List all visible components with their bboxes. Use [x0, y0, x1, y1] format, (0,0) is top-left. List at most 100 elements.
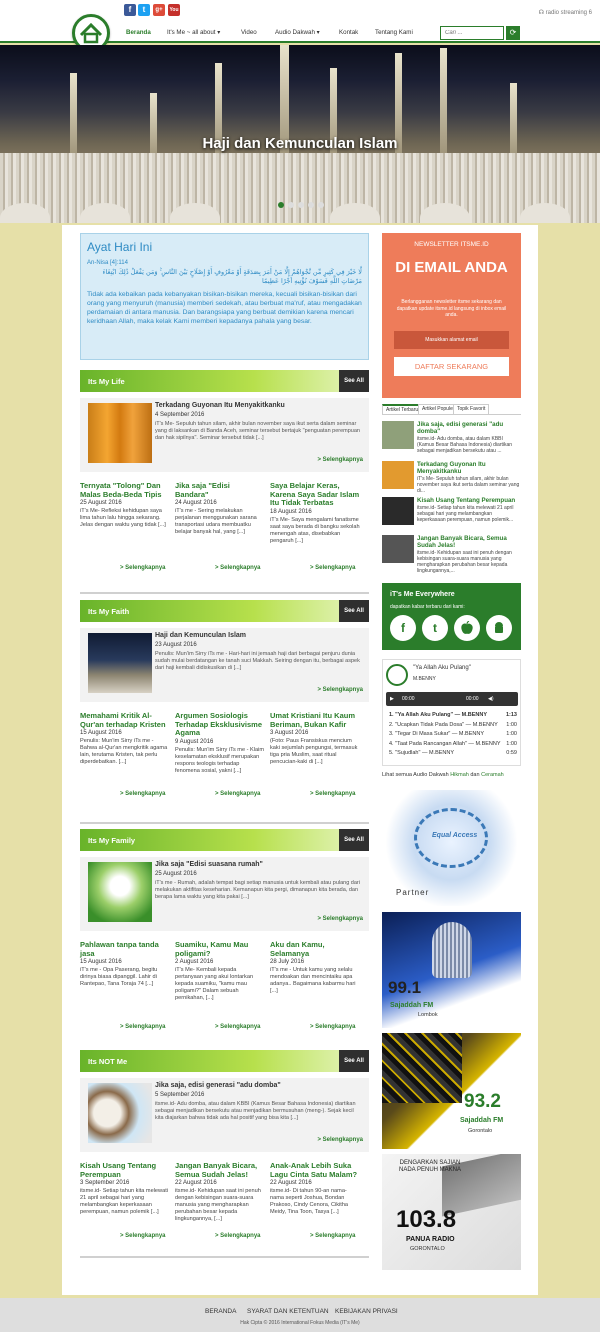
post-title[interactable]: Argumen Sosiologis Terhadap Eksklusivism… — [175, 711, 265, 738]
read-more-link[interactable]: > Selengkapnya — [310, 1024, 356, 1030]
apple-icon[interactable] — [454, 615, 480, 641]
nav-video[interactable]: Video — [241, 29, 257, 36]
playlist-track[interactable]: 5. "Sujudlah" — M.BENNY 0:59 — [389, 750, 517, 756]
section-title[interactable]: Its My Faith — [88, 607, 129, 616]
read-more-link[interactable]: > Selengkapnya — [215, 791, 261, 797]
tab-artikel-terbaru[interactable]: Artikel Terbaru — [382, 404, 423, 414]
read-more-link[interactable]: > Selengkapnya — [317, 1137, 363, 1143]
footer-link-privasi[interactable]: KEBIJAKAN PRIVASI — [335, 1308, 398, 1315]
search-input[interactable] — [440, 26, 504, 40]
twitter-icon[interactable]: t — [138, 4, 150, 16]
post-title[interactable]: Saya Belajar Keras, Karena Saya Sadar Is… — [270, 481, 360, 508]
read-more-link[interactable]: > Selengkapnya — [215, 565, 261, 571]
section-header[interactable]: Its My Family See All — [80, 829, 369, 851]
google-plus-icon[interactable]: g+ — [153, 4, 165, 16]
subscribe-button[interactable]: DAFTAR SEKARANG — [394, 357, 509, 376]
sidebar-post[interactable]: Kisah Usang Tentang Perempuan itsme.id- S… — [382, 497, 521, 531]
playlist-track[interactable]: 1. "Ya Allah Aku Pulang" — M.BENNY 1:13 — [389, 712, 517, 718]
playlist-track[interactable]: 4. "Taat Pada Rancangan Allah" — M.BENNY… — [389, 741, 517, 747]
radio-streaming-link[interactable]: ☊ radio streaming 6 — [539, 9, 592, 16]
player-controls[interactable]: ▶ 00:00 00:00 ◀) — [386, 692, 518, 706]
post-title[interactable]: Aku dan Kamu, Selamanya — [270, 940, 360, 958]
read-more-link[interactable]: > Selengkapnya — [310, 791, 356, 797]
read-more-link[interactable]: > Selengkapnya — [120, 1233, 166, 1239]
featured-thumbnail[interactable] — [88, 862, 152, 922]
featured-title[interactable]: Jika saja, edisi generasi "adu domba" — [155, 1082, 360, 1089]
featured-thumbnail[interactable] — [88, 1083, 152, 1143]
section-header[interactable]: Its My Faith See All — [80, 600, 369, 622]
read-more-link[interactable]: > Selengkapnya — [317, 916, 363, 922]
slider-dot[interactable] — [318, 202, 324, 208]
link-hikmah[interactable]: Hikmah — [450, 772, 469, 778]
read-more-link[interactable]: > Selengkapnya — [310, 1233, 356, 1239]
section-header[interactable]: Its NOT Me See All — [80, 1050, 369, 1072]
volume-icon[interactable]: ◀) — [488, 696, 494, 702]
twitter-icon[interactable]: t — [422, 615, 448, 641]
partner-banner[interactable]: Equal Access Partner — [382, 790, 521, 906]
read-more-link[interactable]: > Selengkapnya — [215, 1024, 261, 1030]
facebook-icon[interactable]: f — [124, 4, 136, 16]
sajaddah-lombok-banner[interactable]: 99.1 Sajaddah FM Lombok — [382, 912, 521, 1028]
slider-dot[interactable] — [298, 202, 304, 208]
playlist-track[interactable]: 2. "Ucapkan Tidak Pada Dosa" — M.BENNY 1:… — [389, 722, 517, 728]
footer-link-syarat[interactable]: SYARAT DAN KETENTUAN — [247, 1308, 329, 1315]
sidebar-post-title[interactable]: Jika saja, edisi generasi "adu domba" — [417, 421, 521, 435]
footer-link-beranda[interactable]: BERANDA — [205, 1308, 236, 1315]
featured-title[interactable]: Terkadang Guyonan Itu Menyakitkanku — [155, 402, 360, 409]
post-title[interactable]: Suamiku, Kamu Mau poligami? — [175, 940, 265, 958]
sidebar-post-title[interactable]: Kisah Usang Tentang Perempuan — [417, 497, 521, 504]
post-title[interactable]: Kisah Usang Tentang Perempuan — [80, 1161, 170, 1179]
post-title[interactable]: Jangan Banyak Bicara, Semua Sudah Jelas! — [175, 1161, 265, 1179]
post-title[interactable]: Memahami Kritik Al-Qur'an terhadap Krist… — [80, 711, 170, 729]
sidebar-post-thumbnail[interactable] — [382, 497, 414, 525]
sajaddah-gorontalo-banner[interactable]: 93.2 Sajaddah FM Gorontalo — [382, 1033, 521, 1149]
post-title[interactable]: Ternyata "Tolong" Dan Malas Beda-Beda Ti… — [80, 481, 170, 499]
nav-kontak[interactable]: Kontak — [339, 29, 358, 36]
sidebar-post[interactable]: Terkadang Guyonan Itu Menyakitkanku iT's … — [382, 461, 521, 495]
sidebar-post-thumbnail[interactable] — [382, 461, 414, 489]
featured-title[interactable]: Jika saja "Edisi suasana rumah" — [155, 861, 360, 868]
featured-thumbnail[interactable] — [88, 633, 152, 693]
section-title[interactable]: Its NOT Me — [88, 1057, 127, 1066]
sidebar-post[interactable]: Jangan Banyak Bicara, Semua Sudah Jelas!… — [382, 535, 521, 574]
read-more-link[interactable]: > Selengkapnya — [120, 1024, 166, 1030]
section-title[interactable]: Its My Life — [88, 377, 125, 386]
see-all-button[interactable]: See All — [339, 829, 369, 851]
youtube-icon[interactable]: You — [168, 4, 180, 16]
slider-dot[interactable] — [308, 202, 314, 208]
read-more-link[interactable]: > Selengkapnya — [215, 1233, 261, 1239]
read-more-link[interactable]: > Selengkapnya — [317, 457, 363, 463]
section-title[interactable]: Its My Family — [88, 836, 135, 845]
see-all-button[interactable]: See All — [339, 370, 369, 392]
slider-dot[interactable] — [278, 202, 284, 208]
facebook-icon[interactable]: f — [390, 615, 416, 641]
post-title[interactable]: Pahlawan tanpa tanda jasa — [80, 940, 170, 958]
featured-title[interactable]: Haji dan Kemunculan Islam — [155, 632, 360, 639]
see-all-button[interactable]: See All — [339, 1050, 369, 1072]
sidebar-post-title[interactable]: Jangan Banyak Bicara, Semua Sudah Jelas! — [417, 535, 521, 549]
see-all-button[interactable]: See All — [339, 600, 369, 622]
nav-tentang-kami[interactable]: Tentang Kami — [375, 29, 413, 36]
read-more-link[interactable]: > Selengkapnya — [120, 791, 166, 797]
sidebar-post[interactable]: Jika saja, edisi generasi "adu domba" its… — [382, 421, 521, 455]
read-more-link[interactable]: > Selengkapnya — [310, 565, 356, 571]
post-title[interactable]: Anak-Anak Lebih Suka Lagu Cinta Satu Mal… — [270, 1161, 360, 1179]
hero-slider[interactable] — [0, 45, 600, 223]
slider-dot[interactable] — [288, 202, 294, 208]
featured-thumbnail[interactable] — [88, 403, 152, 463]
sidebar-post-thumbnail[interactable] — [382, 535, 414, 563]
nav-audio-dakwah[interactable]: Audio Dakwah ▾ — [275, 29, 320, 36]
sidebar-post-title[interactable]: Terkadang Guyonan Itu Menyakitkanku — [417, 461, 521, 475]
post-title[interactable]: Umat Kristiani Itu Kaum Beriman, Bukan K… — [270, 711, 360, 729]
nav-its-me[interactable]: It's Me ~ all about ▾ — [167, 29, 220, 36]
hero-title[interactable]: Haji dan Kemunculan Islam — [0, 135, 600, 152]
section-header[interactable]: Its My Life See All — [80, 370, 369, 392]
panua-radio-banner[interactable]: DENGARKAN SAJIAN NADA PENUH MAKNA 103.8 … — [382, 1154, 521, 1270]
play-icon[interactable]: ▶ — [390, 696, 394, 702]
tab-topik-favorit[interactable]: Topik Favorit — [453, 404, 490, 414]
newsletter-email-field[interactable]: Masukkan alamat email — [394, 331, 509, 349]
post-title[interactable]: Jika saja "Edisi Bandara" — [175, 481, 265, 499]
sidebar-post-thumbnail[interactable] — [382, 421, 414, 449]
search-button[interactable]: ⟳ — [506, 26, 520, 40]
read-more-link[interactable]: > Selengkapnya — [120, 565, 166, 571]
